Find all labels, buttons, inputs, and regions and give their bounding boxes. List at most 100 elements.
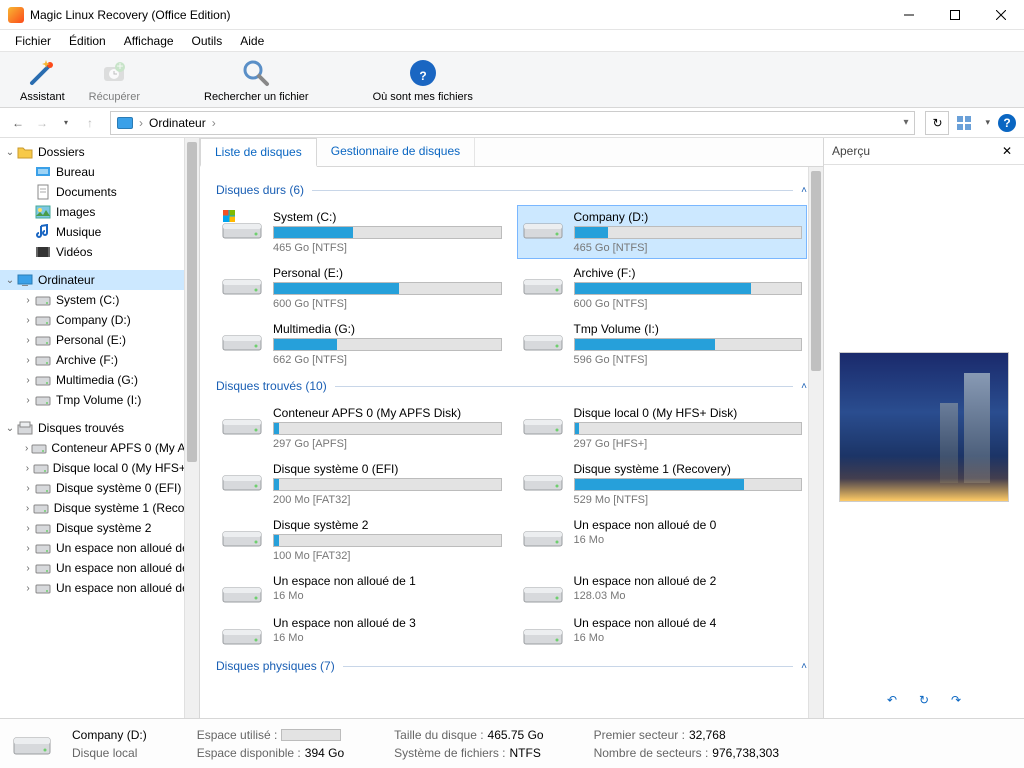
tree-expand-icon[interactable]: › [22, 375, 34, 386]
section-hard-disks[interactable]: Disques durs (6) ˄ [216, 183, 807, 197]
tree-item[interactable]: › Disque système 0 (EFI) [0, 478, 199, 498]
disk-item[interactable]: Disque système 0 (EFI)200 Mo [FAT32] [216, 457, 507, 511]
tree-expand-icon[interactable]: › [22, 395, 34, 406]
refresh-preview-button[interactable]: ↻ [915, 691, 933, 709]
maximize-button[interactable] [932, 0, 978, 30]
chevron-down-icon[interactable]: ▾ [985, 117, 990, 128]
tree-item[interactable]: ›Archive (F:) [0, 350, 199, 370]
chevron-up-icon[interactable]: ˄ [801, 381, 807, 392]
tree-expand-icon[interactable]: › [22, 543, 34, 554]
section-found-disks[interactable]: Disques trouvés (10) ˄ [216, 379, 807, 393]
tree-node-icon [16, 144, 34, 160]
minimize-button[interactable] [886, 0, 932, 30]
disk-item[interactable]: Tmp Volume (I:)596 Go [NTFS] [517, 317, 808, 371]
tree-item[interactable]: ›Conteneur APFS 0 (My APFS Disk) [0, 438, 199, 458]
disk-list-scrollbar[interactable] [808, 167, 823, 718]
nav-forward-button[interactable]: → [32, 113, 52, 133]
disk-name: Disque local 0 (My HFS+ Disk) [574, 406, 803, 420]
tree-expand-icon[interactable]: › [22, 523, 34, 534]
tree-item[interactable]: ›Disque système 2 [0, 518, 199, 538]
disk-item[interactable]: Multimedia (G:)662 Go [NTFS] [216, 317, 507, 371]
tree-expand-icon[interactable]: ⌄ [4, 147, 16, 158]
recover-button[interactable]: + Récupérer [77, 55, 152, 105]
disk-item[interactable]: Un espace non alloué de 116 Mo [216, 569, 507, 609]
tree-item[interactable]: ›Disque système 1 (Recovery) [0, 498, 199, 518]
disk-item[interactable]: Personal (E:)600 Go [NTFS] [216, 261, 507, 315]
tree-expand-icon[interactable]: › [22, 295, 34, 306]
tree-item[interactable]: ⌄Ordinateur [0, 270, 199, 290]
view-mode-dropdown[interactable] [953, 113, 977, 133]
disk-item[interactable]: Archive (F:)600 Go [NTFS] [517, 261, 808, 315]
menu-edit[interactable]: Édition [60, 31, 115, 51]
tree-item[interactable]: ›Un espace non alloué de 2 [0, 578, 199, 598]
tree-item[interactable]: ›Company (D:) [0, 310, 199, 330]
tree-item[interactable]: Images [0, 202, 199, 222]
tree-expand-icon[interactable]: ⌄ [4, 423, 16, 434]
tree-expand-icon[interactable]: › [22, 335, 34, 346]
chevron-up-icon[interactable]: ˄ [801, 661, 807, 672]
tree-expand-icon[interactable]: › [22, 563, 34, 574]
search-file-button[interactable]: Rechercher un fichier [192, 55, 321, 105]
disk-item[interactable]: Disque système 2100 Mo [FAT32] [216, 513, 507, 567]
disk-item[interactable]: Un espace non alloué de 2128.03 Mo [517, 569, 808, 609]
tree-item[interactable]: ›Personal (E:) [0, 330, 199, 350]
tree-item[interactable]: ⌄Dossiers [0, 142, 199, 162]
tree-expand-icon[interactable]: › [22, 443, 31, 454]
tab-disk-list[interactable]: Liste de disques [200, 138, 317, 167]
hdd-icon [221, 266, 263, 296]
disk-item[interactable]: Company (D:)465 Go [NTFS] [517, 205, 808, 259]
tree-expand-icon[interactable]: › [22, 355, 34, 366]
tree-expand-icon[interactable]: › [22, 315, 34, 326]
disk-item[interactable]: Disque local 0 (My HFS+ Disk)297 Go [HFS… [517, 401, 808, 455]
tree-item[interactable]: ›Un espace non alloué de 0 [0, 538, 199, 558]
menu-tools[interactable]: Outils [183, 31, 232, 51]
tree-item[interactable]: Bureau [0, 162, 199, 182]
refresh-button[interactable]: ↻ [925, 111, 949, 135]
hdd-icon [522, 266, 564, 296]
menu-file[interactable]: Fichier [6, 31, 60, 51]
tree-expand-icon[interactable]: › [22, 583, 34, 594]
nav-back-button[interactable]: ← [8, 113, 28, 133]
address-bar[interactable]: › Ordinateur › ▾ [110, 111, 915, 135]
menu-view[interactable]: Affichage [115, 31, 183, 51]
tree-item[interactable]: ›Un espace non alloué de 1 [0, 558, 199, 578]
tree-expand-icon[interactable]: › [22, 483, 34, 494]
tree-expand-icon[interactable]: ⌄ [4, 275, 16, 286]
tree-item[interactable]: Vidéos [0, 242, 199, 262]
breadcrumb-location[interactable]: Ordinateur [149, 116, 206, 130]
menu-help[interactable]: Aide [231, 31, 273, 51]
tree-item[interactable]: ›Tmp Volume (I:) [0, 390, 199, 410]
sidebar-scrollbar[interactable] [184, 138, 199, 718]
sidebar-tree[interactable]: ⌄DossiersBureauDocumentsImagesMusiqueVid… [0, 138, 200, 718]
assistant-button[interactable]: Assistant [8, 55, 77, 105]
tree-item[interactable]: Musique [0, 222, 199, 242]
chevron-up-icon[interactable]: ˄ [801, 185, 807, 196]
tree-item[interactable]: ›Multimedia (G:) [0, 370, 199, 390]
tree-expand-icon[interactable]: › [22, 503, 33, 514]
preview-close-button[interactable]: ✕ [998, 142, 1016, 160]
disk-item[interactable]: Un espace non alloué de 016 Mo [517, 513, 808, 567]
tab-disk-manager[interactable]: Gestionnaire de disques [317, 138, 475, 166]
close-button[interactable] [978, 0, 1024, 30]
address-dropdown-icon[interactable]: ▾ [903, 117, 908, 128]
rotate-left-button[interactable]: ↶ [883, 691, 901, 709]
disk-item[interactable]: System (C:)465 Go [NTFS] [216, 205, 507, 259]
tree-label: Disque système 0 (EFI) [56, 481, 181, 495]
disk-item[interactable]: Conteneur APFS 0 (My APFS Disk)297 Go [A… [216, 401, 507, 455]
nav-up-button[interactable]: ↑ [80, 113, 100, 133]
tree-item[interactable]: ⌄Disques trouvés [0, 418, 199, 438]
section-physical-disks[interactable]: Disques physiques (7) ˄ [216, 659, 807, 673]
help-button[interactable]: ? [998, 114, 1016, 132]
tree-item[interactable]: ›Disque local 0 (My HFS+ Disk) [0, 458, 199, 478]
disk-item[interactable]: Un espace non alloué de 316 Mo [216, 611, 507, 651]
disk-item[interactable]: Disque système 1 (Recovery)529 Mo [NTFS] [517, 457, 808, 511]
disk-item[interactable]: Un espace non alloué de 416 Mo [517, 611, 808, 651]
tree-expand-icon[interactable]: › [22, 463, 33, 474]
tree-item[interactable]: Documents [0, 182, 199, 202]
where-files-button[interactable]: ? Où sont mes fichiers [361, 55, 485, 105]
disk-usage-bar [273, 282, 502, 295]
nav-history-dropdown[interactable]: ▾ [56, 113, 76, 133]
tree-item[interactable]: ›System (C:) [0, 290, 199, 310]
rotate-right-button[interactable]: ↷ [947, 691, 965, 709]
disk-name: Company (D:) [574, 210, 803, 224]
